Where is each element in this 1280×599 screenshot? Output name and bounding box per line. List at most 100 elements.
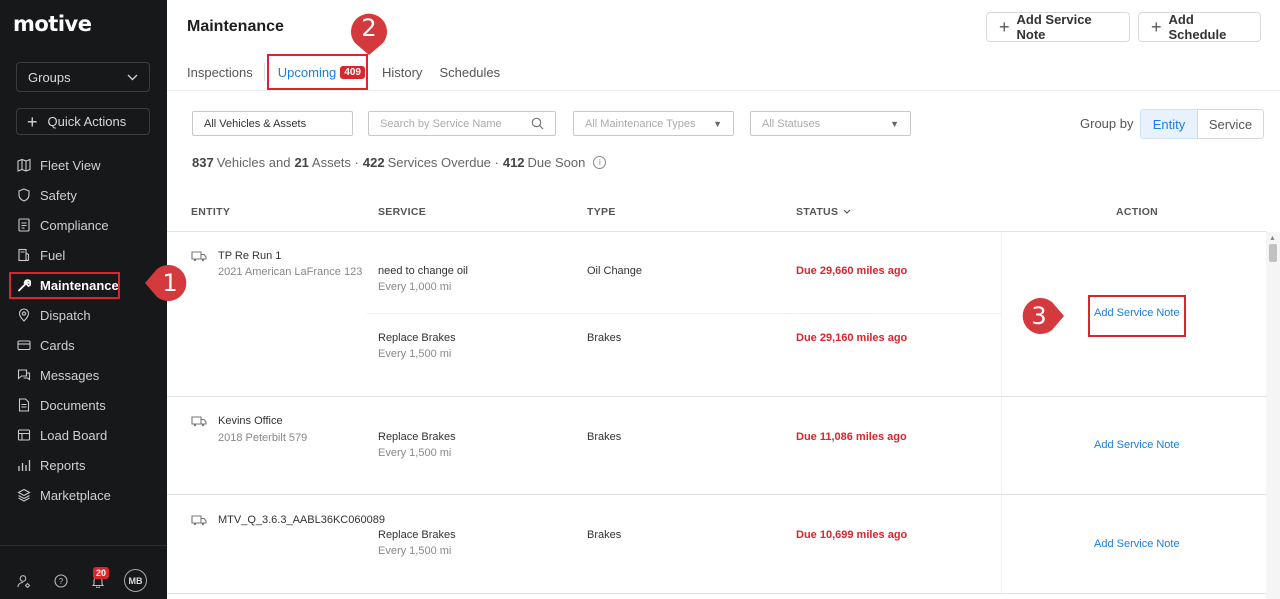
group-by-service-button[interactable]: Service [1197,109,1264,139]
segment-label: Service [1208,116,1253,132]
scroll-up-icon[interactable]: ▲ [1269,235,1276,242]
quick-actions-button[interactable]: + Quick Actions [16,108,150,135]
service-status: Due 11,086 miles ago [796,431,907,443]
shield-icon [17,188,31,202]
fuel-icon [17,248,31,262]
row-divider [167,396,1267,397]
card-icon [17,338,31,352]
entity-name: TP Re Run 1 [218,250,282,262]
column-header-action: ACTION [1116,206,1159,218]
truck-icon [191,416,207,427]
avatar[interactable]: MB [124,569,147,592]
sidebar-item-label: Documents [40,397,106,413]
quick-actions-label: Quick Actions [47,114,127,129]
service-interval: Every 1,000 mi [378,281,452,293]
group-by-entity-button[interactable]: Entity [1140,109,1198,139]
sidebar-item-label: Compliance [40,217,109,233]
service-type: Oil Change [587,265,643,277]
sidebar-item-label: Messages [40,367,100,383]
due-soon-count: 412 [502,155,525,170]
help-icon[interactable]: ? [53,573,69,589]
motive-logo[interactable]: motive [13,12,92,36]
summary-stats: 837 Vehicles and 21 Assets · 422 Service… [192,155,610,170]
sidebar-item-messages[interactable]: Messages [0,360,167,390]
tab-schedules[interactable]: Schedules [439,62,500,82]
user-settings-icon[interactable] [16,573,32,589]
header-row-divider [167,231,1267,232]
button-label: Add Schedule [1168,12,1227,42]
sidebar-item-label: Safety [40,187,77,203]
vehicles-count: 837 [192,155,214,170]
sidebar-item-reports[interactable]: Reports [0,450,167,480]
column-header-status[interactable]: STATUS [796,206,851,218]
entity-name: MTV_Q_3.6.3_AABL36KC060089 [218,514,385,526]
map-icon [17,158,31,172]
sidebar-item-marketplace[interactable]: Marketplace [0,480,167,510]
overdue-count: 422 [362,155,385,170]
chart-icon [17,458,31,472]
caret-down-icon: ▼ [713,118,722,129]
action-column-divider [1001,232,1002,396]
sidebar-item-load-board[interactable]: Load Board [0,420,167,450]
info-icon[interactable]: i [593,156,607,169]
callout-marker-3: 3 [1016,290,1068,342]
layers-icon [17,488,31,502]
button-label: Add Service Note [1016,12,1092,42]
main-content: Maintenance + Add Service Note + Add Sch… [167,0,1280,599]
service-divider [367,313,1001,314]
document-icon [17,218,31,232]
caret-down-icon: ▼ [890,118,899,129]
filter-label: All Vehicles & Assets [204,117,307,130]
column-header-entity: ENTITY [191,206,231,218]
sidebar-item-fleet-view[interactable]: Fleet View [0,150,167,180]
plus-icon: + [1151,17,1162,37]
statuses-filter[interactable]: All Statuses ▼ [750,111,911,136]
service-interval: Every 1,500 mi [378,447,452,459]
service-interval: Every 1,500 mi [378,545,452,557]
sidebar-item-documents[interactable]: Documents [0,390,167,420]
scroll-thumb[interactable] [1269,244,1277,262]
service-interval: Every 1,500 mi [378,348,452,360]
service-name: Replace Brakes [378,431,456,443]
add-service-note-link[interactable]: Add Service Note [1094,439,1180,451]
filter-label: All Maintenance Types [585,117,696,130]
column-header-type: TYPE [587,206,616,218]
sidebar-item-compliance[interactable]: Compliance [0,210,167,240]
callout-number: 1 [162,269,178,297]
row-divider [167,494,1267,495]
header-divider [167,90,1280,91]
svg-text:?: ? [59,577,64,586]
add-service-note-button[interactable]: + Add Service Note [986,12,1130,42]
sidebar-item-safety[interactable]: Safety [0,180,167,210]
sidebar-item-cards[interactable]: Cards [0,330,167,360]
table-scrollbar[interactable]: ▲ [1266,232,1280,599]
summary-text: Vehicles and [216,155,291,170]
truck-icon [191,515,207,526]
chevron-down-icon [127,74,138,80]
tab-history[interactable]: History [382,62,422,82]
service-name: Replace Brakes [378,332,456,344]
chevron-down-icon [844,209,851,214]
sidebar-item-label: Load Board [40,427,108,443]
action-column-divider [1001,495,1002,593]
maintenance-highlight-box [9,272,120,299]
upcoming-highlight-box [267,54,368,90]
add-schedule-button[interactable]: + Add Schedule [1138,12,1261,42]
add-service-note-link[interactable]: Add Service Note [1094,538,1180,550]
notification-badge: 20 [93,567,110,579]
row-divider [167,593,1267,594]
page-title: Maintenance [187,18,284,35]
service-name: need to change oil [378,265,468,277]
summary-text: Due Soon [527,155,586,170]
search-input[interactable]: Search by Service Name [368,111,556,136]
service-type: Brakes [587,529,622,541]
segment-label: Entity [1152,116,1186,132]
vehicles-assets-filter[interactable]: All Vehicles & Assets [192,111,353,136]
entity-name: Kevins Office [218,415,283,427]
groups-dropdown[interactable]: Groups [16,62,150,92]
maintenance-types-filter[interactable]: All Maintenance Types ▼ [573,111,734,136]
tab-inspections[interactable]: Inspections [187,62,253,82]
sidebar-item-label: Cards [40,337,75,353]
entity-description: 2018 Peterbilt 579 [218,432,308,444]
service-name: Replace Brakes [378,529,456,541]
